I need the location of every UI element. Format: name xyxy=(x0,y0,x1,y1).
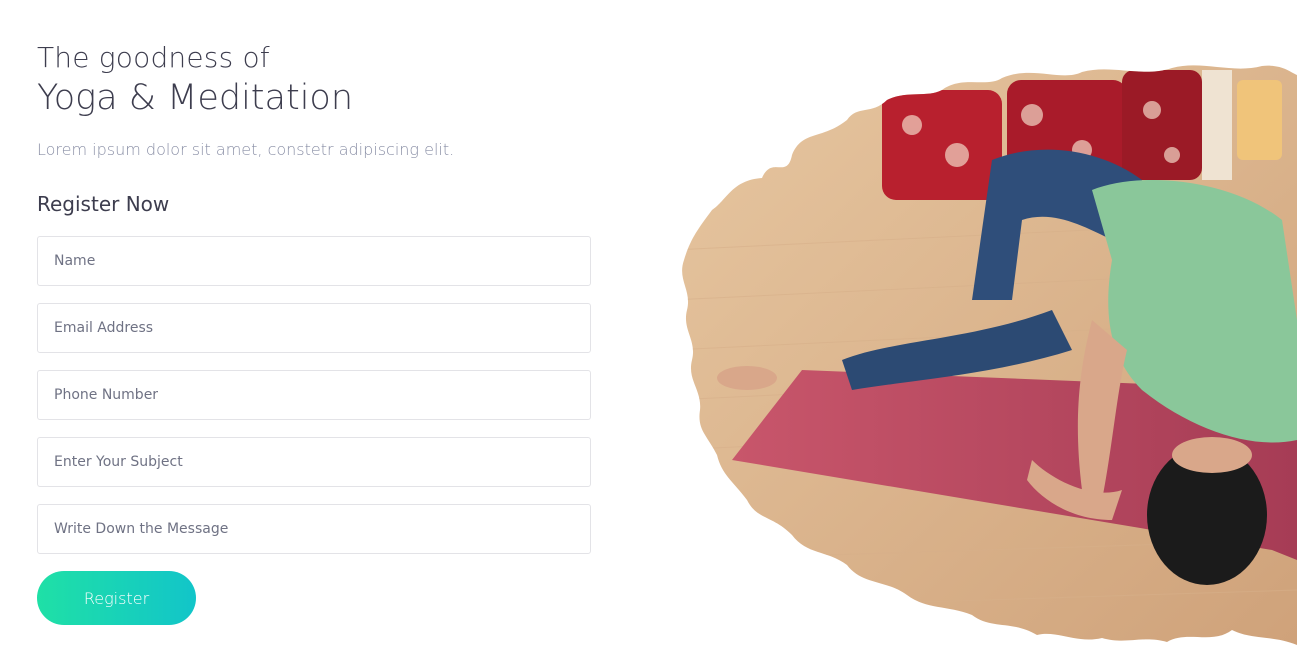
message-input[interactable] xyxy=(52,520,590,538)
register-heading: Register Now xyxy=(37,192,170,216)
register-section: The goodness of Yoga & Meditation Lorem … xyxy=(37,38,597,625)
name-field xyxy=(37,236,591,286)
phone-input[interactable] xyxy=(52,386,590,404)
register-form: Register xyxy=(37,236,591,625)
yoga-photo xyxy=(672,60,1297,645)
phone-field xyxy=(37,370,591,420)
hero-title-line2: Yoga & Meditation xyxy=(37,78,354,118)
yoga-photo-illustration xyxy=(682,65,1297,645)
message-field xyxy=(37,504,591,554)
subject-input[interactable] xyxy=(52,453,590,471)
subject-field xyxy=(37,437,591,487)
hero-subtitle: Lorem ipsum dolor sit amet, constetr adi… xyxy=(37,140,455,159)
name-input[interactable] xyxy=(52,252,590,270)
email-field xyxy=(37,303,591,353)
email-input[interactable] xyxy=(52,319,590,337)
hero-title-line1: The goodness of xyxy=(37,41,270,74)
page: The goodness of Yoga & Meditation Lorem … xyxy=(0,0,1297,660)
register-button[interactable]: Register xyxy=(37,571,196,625)
